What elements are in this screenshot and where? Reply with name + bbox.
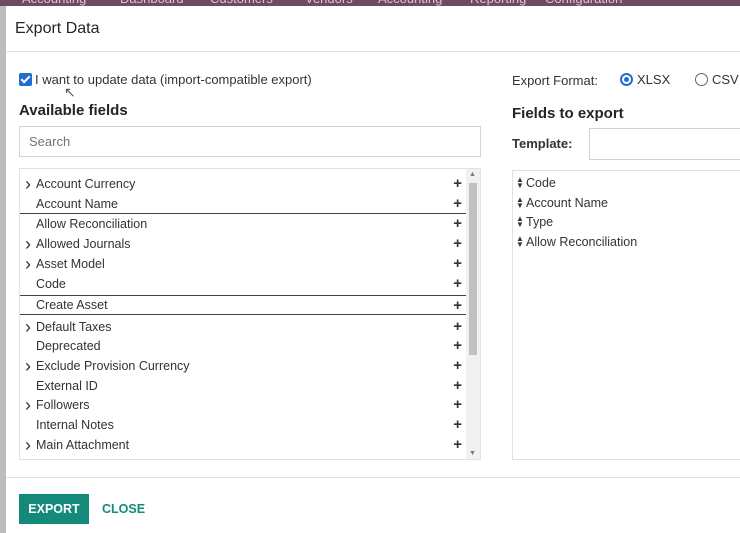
plus-icon[interactable]: + <box>453 358 462 374</box>
export-format-label: Export Format: <box>512 73 598 88</box>
available-field-row[interactable]: › Account Currency + <box>20 174 466 194</box>
scroll-up-icon[interactable]: ▲ <box>469 171 476 178</box>
mouse-cursor-icon: ↖ <box>64 84 76 100</box>
available-field-row[interactable]: › Asset Model + <box>20 254 466 274</box>
available-field-row[interactable]: › Main Attachment + <box>20 435 466 455</box>
export-button[interactable]: EXPORT <box>19 494 89 524</box>
available-fields-heading: Available fields <box>19 102 128 119</box>
export-field-item[interactable]: ▲ ▼ Type <box>516 215 554 230</box>
available-field-label: External ID <box>36 379 98 393</box>
format-xlsx-radio[interactable] <box>620 73 633 86</box>
sort-handle-icon[interactable]: ▲ ▼ <box>516 176 526 190</box>
export-field-label: Type <box>526 215 554 230</box>
plus-icon[interactable]: + <box>453 236 462 252</box>
chevron-right-icon[interactable]: › <box>20 317 36 338</box>
available-field-row[interactable]: Code + <box>20 274 466 294</box>
plus-icon[interactable]: + <box>453 437 462 453</box>
sort-handle-icon[interactable]: ▲ ▼ <box>516 235 526 249</box>
fields-to-export-list: ▲ ▼ Code ▲ ▼ Account Name ▲ ▼ Type ▲ ▼ Allow Reconc… <box>512 170 740 460</box>
available-field-label: Allow Reconciliation <box>36 217 148 231</box>
available-field-row[interactable]: › Exclude Provision Currency + <box>20 356 466 376</box>
format-xlsx-label[interactable]: XLSX <box>637 72 670 87</box>
chevron-right-icon[interactable]: › <box>20 435 36 456</box>
available-field-row[interactable]: Create Asset + <box>20 295 466 315</box>
export-dialog: Export Data I want to update data (impor… <box>6 6 740 533</box>
available-fields-list: ▲ ▼ › Account Currency + Account Name + Allow… <box>19 168 481 460</box>
available-field-label: Asset Model <box>36 257 105 271</box>
available-field-label: Main Attachment <box>36 438 130 452</box>
export-field-item[interactable]: ▲ ▼ Allow Reconciliation <box>516 235 638 250</box>
format-csv-label[interactable]: CSV <box>712 72 739 87</box>
plus-icon[interactable]: + <box>453 319 462 335</box>
dialog-footer: EXPORT CLOSE <box>6 477 740 533</box>
export-field-item[interactable]: ▲ ▼ Code <box>516 176 556 191</box>
sort-handle-icon[interactable]: ▲ ▼ <box>516 215 526 229</box>
chevron-right-icon[interactable]: › <box>20 234 36 255</box>
template-select[interactable] <box>589 128 740 160</box>
plus-icon[interactable]: + <box>453 457 462 460</box>
available-field-label: Deprecated <box>36 339 101 353</box>
available-field-row[interactable]: Internal Notes + <box>20 415 466 435</box>
available-field-label: Account Name <box>36 196 118 211</box>
available-field-row[interactable]: Account Name + <box>20 194 466 214</box>
available-field-label: Code <box>36 277 66 291</box>
available-fields-scrollbar[interactable]: ▲ ▼ <box>466 169 480 459</box>
plus-icon[interactable]: + <box>453 417 462 433</box>
available-field-label: Default Taxes <box>36 320 112 334</box>
fields-to-export-heading: Fields to export <box>512 105 624 122</box>
available-field-row[interactable]: › Allowed Journals + <box>20 234 466 254</box>
chevron-right-icon[interactable]: › <box>20 455 36 460</box>
close-button[interactable]: CLOSE <box>96 494 151 524</box>
field-search-input[interactable] <box>19 126 481 157</box>
import-compatible-label: I want to update data (import-compatible… <box>35 72 312 87</box>
available-field-label: Allowed Journals <box>36 237 131 251</box>
dialog-title: Export Data <box>15 20 100 37</box>
scroll-down-icon[interactable]: ▼ <box>469 450 476 457</box>
import-compatible-checkbox[interactable] <box>19 73 32 86</box>
available-field-label: Account Currency <box>36 177 136 191</box>
plus-icon[interactable]: + <box>453 196 462 212</box>
plus-icon[interactable]: + <box>453 298 462 314</box>
available-field-label: Create Asset <box>36 298 108 312</box>
available-field-row[interactable]: External ID + <box>20 376 466 396</box>
plus-icon[interactable]: + <box>453 397 462 413</box>
available-field-row[interactable]: Allow Reconciliation + <box>20 214 466 234</box>
plus-icon[interactable]: + <box>453 338 462 354</box>
export-field-label: Account Name <box>526 195 608 210</box>
chevron-right-icon[interactable]: › <box>20 356 36 377</box>
plus-icon[interactable]: + <box>453 378 462 394</box>
sort-handle-icon[interactable]: ▲ ▼ <box>516 195 526 209</box>
format-csv-radio[interactable] <box>695 73 708 86</box>
export-field-label: Allow Reconciliation <box>526 235 638 250</box>
available-field-label: Internal Notes <box>36 418 114 432</box>
available-field-label: Exclude Provision Currency <box>36 359 190 373</box>
template-label: Template: <box>512 136 573 151</box>
available-field-row[interactable]: › Followers + <box>20 395 466 415</box>
chevron-right-icon[interactable]: › <box>20 174 36 195</box>
scrollbar-thumb[interactable] <box>469 183 477 355</box>
dialog-header: Export Data <box>6 6 740 52</box>
plus-icon[interactable]: + <box>453 176 462 192</box>
export-field-label: Code <box>526 176 556 190</box>
available-field-label: Followers <box>36 398 90 412</box>
plus-icon[interactable]: + <box>453 216 462 232</box>
export-field-item[interactable]: ▲ ▼ Account Name <box>516 195 608 210</box>
available-field-row[interactable]: › Default Taxes + <box>20 317 466 337</box>
chevron-right-icon[interactable]: › <box>20 254 36 275</box>
available-field-row[interactable]: ›Messages + <box>20 455 466 460</box>
plus-icon[interactable]: + <box>453 276 462 292</box>
chevron-right-icon[interactable]: › <box>20 395 36 416</box>
plus-icon[interactable]: + <box>453 256 462 272</box>
import-compatible-toggle[interactable]: I want to update data (import-compatible… <box>19 72 312 87</box>
available-field-row[interactable]: Deprecated + <box>20 336 466 356</box>
available-field-label: Messages <box>36 458 93 459</box>
